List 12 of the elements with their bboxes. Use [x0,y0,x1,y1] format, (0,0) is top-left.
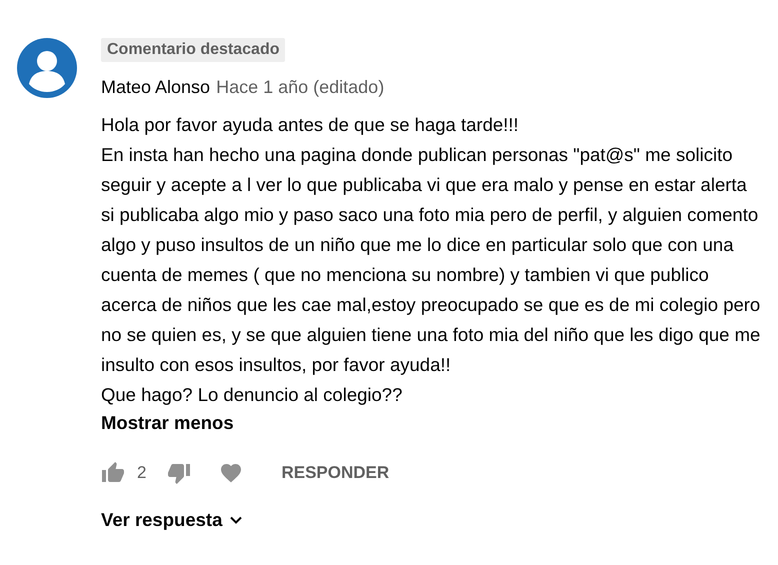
view-reply-button[interactable]: Ver respuesta [101,509,246,531]
reply-button[interactable]: RESPONDER [281,457,390,489]
heart-icon[interactable] [219,461,244,485]
author-name[interactable]: Mateo Alonso [101,75,210,99]
comment-time: Hace 1 año (editado) [216,76,384,99]
thumbs-down-icon[interactable] [167,461,192,485]
like-count: 2 [137,463,146,483]
comment-text: Hola por favor ayuda antes de que se haga tarde!!! En insta han hecho una pagina donde publican personas "pat@s" me solicito seguir y acepte a l ver lo que publicaba vi que era malo y pense en estar alerta si publicaba algo mio y paso saco una foto mia pero de perfil, y alguien comento algo y puso insultos de un niño que me lo dice en particular solo que con una cuenta de memes ( que no menciona su nombre) y tambien vi que publico acerca de niños que les cae mal,estoy preocupado se que es de mi colegio pero no se quien es, y se que alguien tiene una foto mia del niño que les digo que me insulto con esos insultos, por favor ayuda!! Que hago? Lo denuncio al colegio?? [101,113,761,407]
show-less-link[interactable]: Mostrar menos [101,410,234,436]
thumbs-up-icon[interactable] [101,461,125,485]
avatar-icon [17,38,77,98]
pinned-badge: Comentario destacado [101,38,286,62]
